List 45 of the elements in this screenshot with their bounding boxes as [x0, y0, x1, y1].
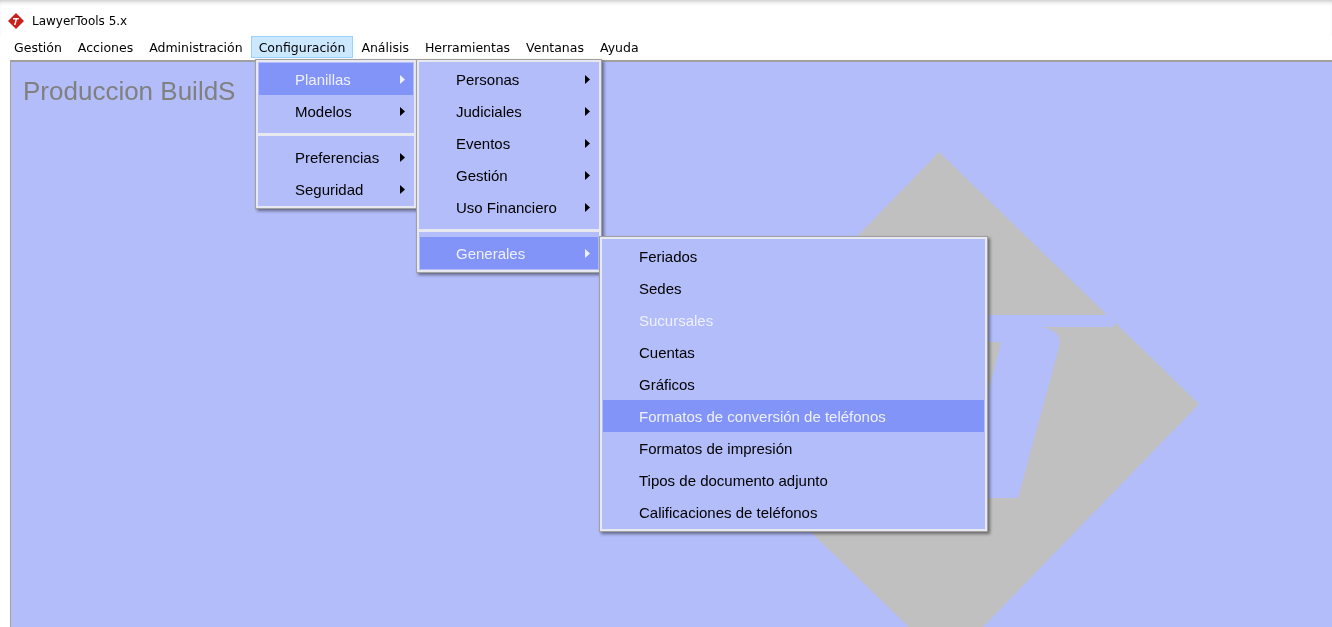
- menu-item-label: Sucursales: [639, 311, 714, 329]
- menu-item[interactable]: Judiciales: [420, 95, 598, 127]
- menu-item[interactable]: Feriados: [603, 240, 984, 272]
- menu-item-label: Judiciales: [456, 102, 522, 120]
- menu-item-label: Personas: [456, 70, 520, 88]
- menu-item[interactable]: Uso Financiero: [420, 191, 598, 223]
- menu-item-label: Preferencias: [295, 148, 380, 166]
- menu-bar-item[interactable]: Administración: [141, 36, 251, 58]
- window-title: LawyerTools 5.x: [32, 14, 128, 28]
- menu-item-label: Tipos de documento adjunto: [639, 471, 828, 489]
- menu-item[interactable]: Gráficos: [603, 368, 984, 400]
- menu-item-label: Gestión: [456, 166, 508, 184]
- menu-item-label: Eventos: [456, 134, 511, 152]
- menu-item[interactable]: Gestión: [420, 159, 598, 191]
- menu-bar-item[interactable]: Ventanas: [518, 36, 592, 58]
- menu-item[interactable]: Cuentas: [603, 336, 984, 368]
- menu-item[interactable]: Calificaciones de teléfonos: [603, 496, 984, 528]
- menu-item-label: Formatos de impresión: [639, 439, 793, 457]
- app-logo-icon: [8, 13, 24, 29]
- menu-item[interactable]: Sedes: [603, 272, 984, 304]
- menu-item[interactable]: Seguridad: [259, 173, 413, 205]
- menu-bar-item[interactable]: Acciones: [69, 36, 142, 58]
- menu-item-label: Gráficos: [639, 375, 695, 393]
- menu-bar-item[interactable]: Ayuda: [591, 36, 647, 58]
- menu-item[interactable]: Preferencias: [259, 141, 413, 173]
- menu-bar-item[interactable]: Herramientas: [416, 36, 519, 58]
- menu-item-label: Planillas: [295, 70, 351, 88]
- menu-item[interactable]: Formatos de impresión: [603, 432, 984, 464]
- menu-item-label: Cuentas: [639, 343, 695, 361]
- menu-bar-item[interactable]: Configuración: [250, 36, 354, 58]
- menu-item[interactable]: Eventos: [420, 127, 598, 159]
- menu-item-label: Calificaciones de teléfonos: [639, 503, 818, 521]
- menu-bar-item[interactable]: Análisis: [353, 36, 417, 58]
- menu-item-label: Formatos de conversión de teléfonos: [639, 407, 886, 425]
- menu-item-label: Sedes: [639, 279, 682, 297]
- menu-item-label: Modelos: [295, 102, 352, 120]
- menu-item[interactable]: Tipos de documento adjunto: [603, 464, 984, 496]
- menu-item-label: Generales: [456, 244, 526, 262]
- menu-item-label: Seguridad: [295, 180, 364, 198]
- menu-bar-item[interactable]: Gestión: [6, 36, 70, 58]
- menu-item-label: Uso Financiero: [456, 198, 557, 216]
- workspace-heading: Produccion BuildS: [23, 76, 236, 107]
- menu-item[interactable]: Personas: [420, 63, 598, 95]
- menu-item-label: Feriados: [639, 247, 698, 265]
- menu-item[interactable]: Modelos: [259, 95, 413, 127]
